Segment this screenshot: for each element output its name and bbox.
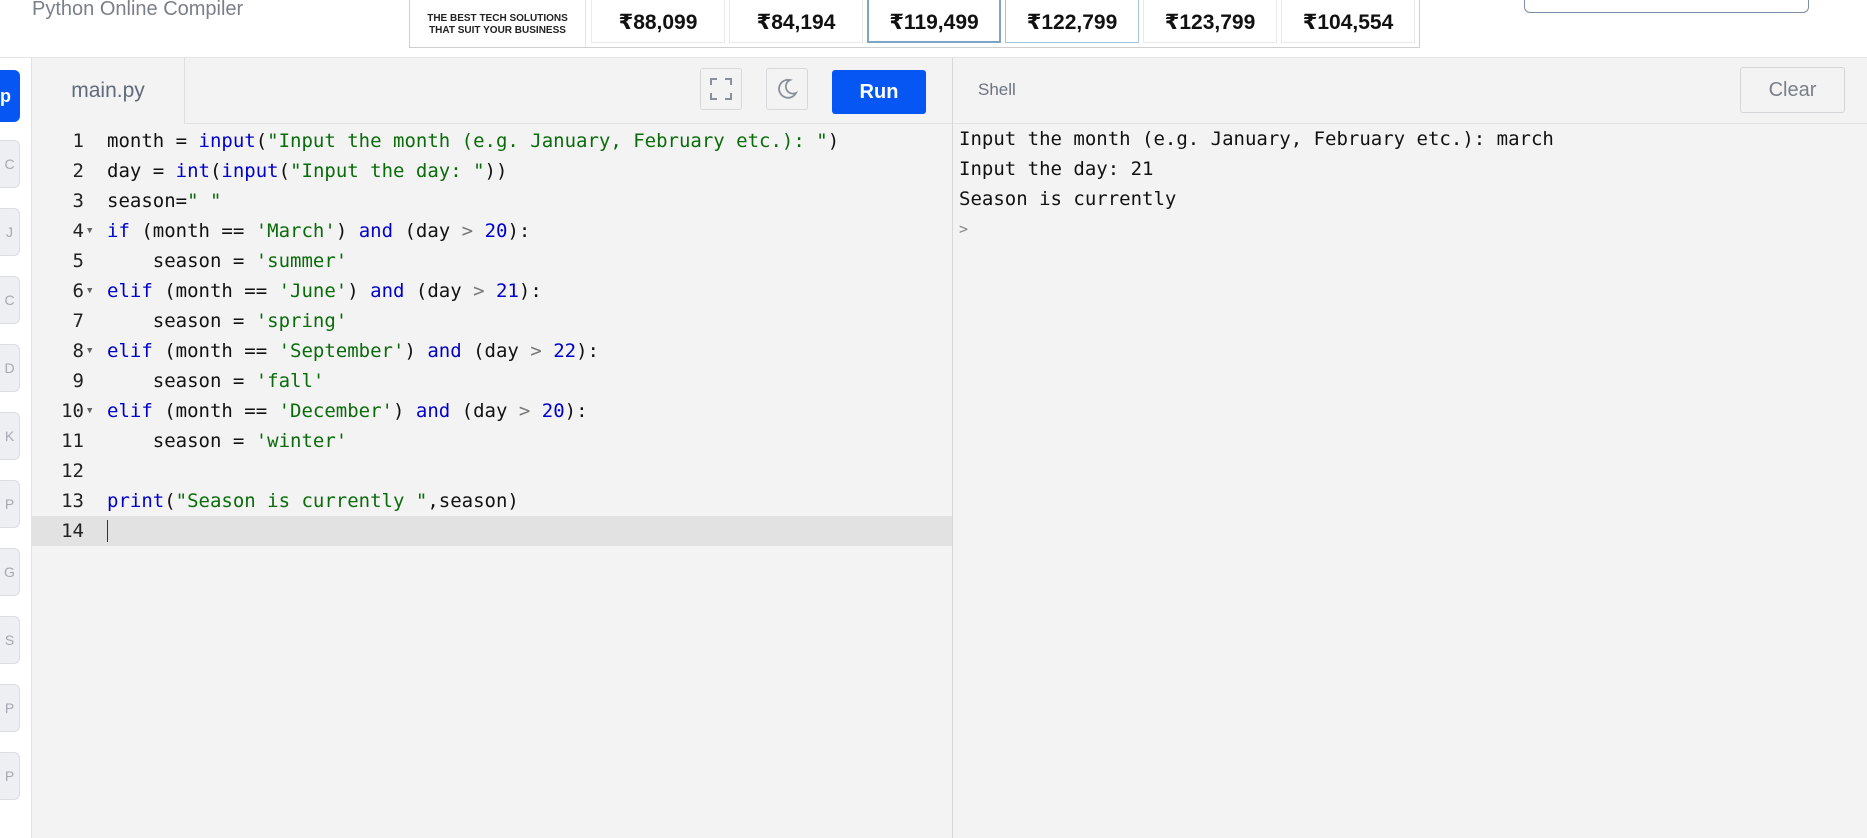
language-icon: P [4, 768, 15, 784]
shell-output[interactable]: Input the month (e.g. January, February … [959, 124, 1859, 824]
shell-label: Shell [978, 80, 1016, 99]
sidebar-item[interactable]: G [0, 548, 20, 596]
sidebar-item[interactable]: J [0, 208, 20, 256]
language-sidebar: p C J C D K P G S P P [0, 58, 32, 838]
code-text: season = 'spring' [107, 310, 348, 332]
sidebar-item[interactable]: K [0, 412, 20, 460]
line-number: 3 [72, 190, 84, 212]
line-number: 10 [61, 400, 84, 422]
code-line[interactable]: 13 print("Season is currently ",season) [32, 486, 952, 516]
line-number: 5 [72, 250, 84, 272]
code-text: if (month == 'March') and (day > 20): [107, 220, 531, 242]
pane-divider[interactable] [952, 58, 953, 838]
sidebar-item[interactable]: P [0, 752, 20, 800]
line-number: 9 [72, 370, 84, 392]
fold-toggle-icon[interactable]: ▼ [87, 336, 92, 366]
sidebar-item[interactable]: S [0, 616, 20, 664]
line-number: 1 [72, 130, 84, 152]
language-icon: D [4, 360, 15, 376]
ad-price-tile[interactable]: ₹104,554 [1281, 0, 1415, 43]
sidebar-item[interactable]: C [0, 140, 20, 188]
shell-header: Shell Clear [953, 58, 1867, 124]
run-button[interactable]: Run [832, 70, 926, 114]
line-number: 4 [72, 220, 84, 242]
line-number: 11 [61, 430, 84, 452]
language-icon: C [4, 292, 15, 308]
code-text: season = 'summer' [107, 250, 348, 272]
ad-price-tile[interactable]: ₹122,799 [1005, 0, 1139, 43]
shell-output-line: Input the month (e.g. January, February … [959, 128, 1554, 150]
fullscreen-button[interactable] [700, 68, 742, 110]
code-editor[interactable]: 1 month = input("Input the month (e.g. Ja… [32, 124, 952, 838]
line-number: 12 [61, 460, 84, 482]
language-icon: P [4, 700, 15, 716]
line-number: 2 [72, 160, 84, 182]
code-text: month = input("Input the month (e.g. Jan… [107, 130, 840, 152]
code-line[interactable]: 10 ▼ elif (month == 'December') and (day >… [32, 396, 952, 426]
expand-icon [710, 78, 732, 100]
sidebar-item[interactable]: D [0, 344, 20, 392]
fold-toggle-icon[interactable]: ▼ [87, 396, 92, 426]
ad-banner[interactable]: THE BEST TECH SOLUTIONS THAT SUIT YOUR B… [409, 0, 1420, 48]
code-text: print("Season is currently ",season) [107, 490, 519, 512]
shell-output-line: Input the day: 21 [959, 158, 1154, 180]
sidebar-item[interactable]: P [0, 480, 20, 528]
moon-icon [778, 78, 798, 99]
language-icon: G [4, 564, 15, 580]
code-line[interactable]: 3 season=" " [32, 186, 952, 216]
ad-price-tile[interactable]: ₹123,799 [1143, 0, 1277, 43]
search-input[interactable] [1524, 0, 1809, 13]
code-line[interactable]: 5 season = 'summer' [32, 246, 952, 276]
code-line[interactable]: 14 [32, 516, 952, 546]
clear-button[interactable]: Clear [1740, 67, 1845, 113]
text-cursor [107, 520, 108, 542]
shell-output-line: Season is currently [959, 188, 1177, 210]
line-number: 7 [72, 310, 84, 332]
code-line[interactable]: 9 season = 'fall' [32, 366, 952, 396]
code-line[interactable]: 2 day = int(input("Input the day: ")) [32, 156, 952, 186]
language-icon: S [4, 632, 15, 648]
sidebar-item[interactable]: P [0, 684, 20, 732]
line-number: 14 [61, 520, 84, 542]
code-line[interactable]: 4 ▼ if (month == 'March') and (day > 20): [32, 216, 952, 246]
language-icon: K [4, 428, 15, 444]
ad-price-tile[interactable]: ₹88,099 [591, 0, 725, 43]
theme-toggle-button[interactable] [766, 68, 808, 110]
language-icon: C [4, 156, 15, 172]
ad-slogan[interactable]: THE BEST TECH SOLUTIONS THAT SUIT YOUR B… [410, 0, 586, 47]
code-line[interactable]: 11 season = 'winter' [32, 426, 952, 456]
ad-price-tile[interactable]: ₹119,499 [867, 0, 1001, 43]
line-number: 8 [72, 340, 84, 362]
shell-prompt: > [959, 220, 969, 238]
code-text: elif (month == 'September') and (day > 2… [107, 340, 599, 362]
line-number: 6 [72, 280, 84, 302]
sidebar-item-python[interactable]: p [0, 70, 20, 122]
ad-price-tile[interactable]: ₹84,194 [729, 0, 863, 43]
code-text: season=" " [107, 190, 222, 212]
code-text: season = 'fall' [107, 370, 325, 392]
fold-toggle-icon[interactable]: ▼ [87, 216, 92, 246]
code-line[interactable]: 6 ▼ elif (month == 'June') and (day > 21): [32, 276, 952, 306]
language-icon: J [6, 224, 13, 240]
code-text: season = 'winter' [107, 430, 348, 452]
code-text: elif (month == 'June') and (day > 21): [107, 280, 542, 302]
editor-header: main.py Run [32, 58, 952, 125]
code-line[interactable]: 7 season = 'spring' [32, 306, 952, 336]
code-text: elif (month == 'December') and (day > 20… [107, 400, 588, 422]
sidebar-item[interactable]: C [0, 276, 20, 324]
code-line[interactable]: 1 month = input("Input the month (e.g. Ja… [32, 126, 952, 156]
code-line[interactable]: 12 [32, 456, 952, 486]
code-text: day = int(input("Input the day: ")) [107, 160, 508, 182]
code-line[interactable]: 8 ▼ elif (month == 'September') and (day >… [32, 336, 952, 366]
app-title[interactable]: Python Online Compiler [32, 0, 243, 22]
ad-price-list: ₹88,099 ₹84,194 ₹119,499 ₹122,799 ₹123,7… [586, 0, 1419, 47]
line-number: 13 [61, 490, 84, 512]
python-icon: p [0, 85, 11, 106]
file-tab[interactable]: main.py [32, 58, 185, 125]
fold-toggle-icon[interactable]: ▼ [87, 276, 92, 306]
language-icon: P [4, 496, 15, 512]
top-bar: Python Online Compiler THE BEST TECH SOL… [0, 0, 1867, 58]
